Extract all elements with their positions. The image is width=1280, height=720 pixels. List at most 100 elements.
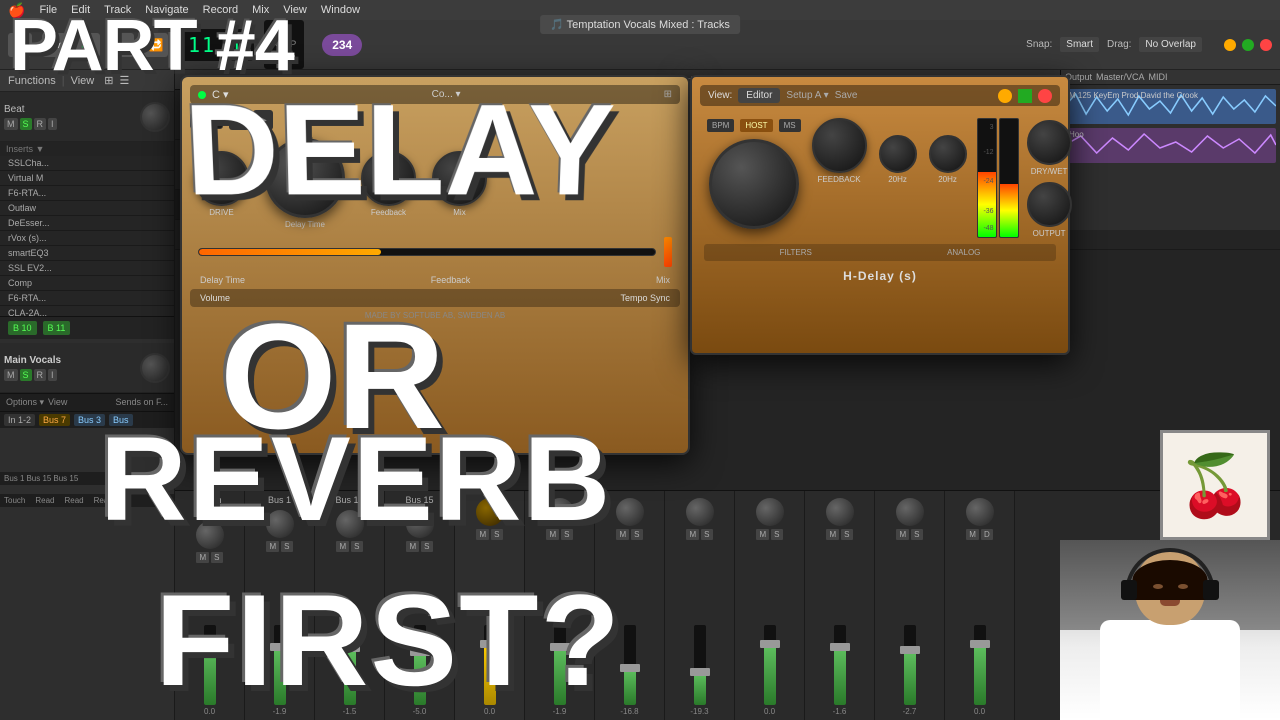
plugin-cla2a[interactable]: CLA-2A... [0, 306, 174, 316]
ch7-solo[interactable]: S [701, 529, 712, 540]
plugin-f6rta2[interactable]: F6-RTA... [0, 291, 174, 306]
ch3-mute[interactable]: M [406, 541, 419, 552]
in12-input[interactable]: In 1-2 [4, 414, 35, 426]
loop-button[interactable]: 🔁 [144, 33, 168, 57]
ch2-solo[interactable]: S [351, 541, 362, 552]
nav-back[interactable]: ◀ [229, 110, 249, 130]
b10-bus[interactable]: B 10 [8, 321, 37, 335]
plugin-sslev[interactable]: SSL EV2... [0, 261, 174, 276]
window-close-hdelay[interactable] [1038, 89, 1052, 103]
ch5-mute[interactable]: M [546, 529, 559, 540]
grid-icon[interactable]: ⊞ [104, 74, 113, 87]
ch11-pan[interactable] [966, 498, 994, 526]
plugin-sscha[interactable]: SSLCha... [0, 156, 174, 171]
vocals-mute-btn[interactable]: M [4, 369, 18, 381]
plugin-virtual[interactable]: Virtual M [0, 171, 174, 186]
ch10-pan[interactable] [896, 498, 924, 526]
bus7-channel[interactable]: Bus 7 [39, 414, 70, 426]
beat-insert-btn[interactable]: I [48, 118, 57, 130]
host-btn[interactable]: HOST [740, 119, 772, 132]
ch5-solo[interactable]: S [561, 529, 572, 540]
play-button[interactable]: ▶ [76, 33, 100, 57]
ch1-solo[interactable]: S [281, 541, 292, 552]
ch8-mute[interactable]: M [756, 529, 769, 540]
ch6-pan[interactable] [616, 498, 644, 526]
dry-wet-knob[interactable] [1027, 120, 1072, 165]
window-minimize[interactable] [1224, 39, 1236, 51]
ch7-pan[interactable] [686, 498, 714, 526]
plugin-f6rta[interactable]: F6-RTA... [0, 186, 174, 201]
ch2-mute[interactable]: M [336, 541, 349, 552]
hdelay-lopass-knob[interactable] [929, 135, 967, 173]
ch10-solo[interactable]: S [911, 529, 922, 540]
vocals-insert-btn[interactable]: I [48, 369, 57, 381]
ch4-mute[interactable]: M [476, 529, 489, 540]
menu-view[interactable]: View [283, 4, 307, 16]
ch6-solo[interactable]: S [631, 529, 642, 540]
plugin-smarteq[interactable]: smartEQ3 [0, 246, 174, 261]
hdelay-view-mode[interactable]: Editor [738, 88, 780, 103]
list-icon[interactable]: ☰ [119, 74, 129, 87]
ch11-mute[interactable]: M [966, 529, 979, 540]
b11-bus[interactable]: B 11 [43, 321, 71, 335]
ch1-pan[interactable] [266, 510, 294, 538]
rewind-button[interactable]: ⏮ [8, 33, 32, 57]
hdelay-hipass-knob[interactable] [879, 135, 917, 173]
tube-delay-plugin[interactable]: C ▾ Co... ▾ ⊞ ON ◀ ▶ DRIVE Delay Time Fe… [180, 75, 690, 455]
beat-solo-btn[interactable]: S [20, 118, 32, 130]
menu-navigate[interactable]: Navigate [145, 4, 188, 16]
ch11-d[interactable]: D [981, 529, 993, 540]
ch7-mute[interactable]: M [686, 529, 699, 540]
ch1-mute[interactable]: M [266, 541, 279, 552]
ch0-pan[interactable] [196, 521, 224, 549]
ch10-mute[interactable]: M [896, 529, 909, 540]
ch0-mute[interactable]: M [196, 552, 209, 563]
window-minimize-hdelay[interactable] [998, 89, 1012, 103]
ch9-mute[interactable]: M [826, 529, 839, 540]
menu-record[interactable]: Record [203, 4, 238, 16]
functions-menu-btn[interactable]: Functions [8, 75, 56, 87]
menu-file[interactable]: File [39, 4, 57, 16]
ch8-pan[interactable] [756, 498, 784, 526]
hdelay-plugin[interactable]: View: Editor Setup A ▾ Save BPM HOST MS [690, 75, 1070, 355]
beat-rec-btn[interactable]: R [34, 118, 47, 130]
ch9-pan[interactable] [826, 498, 854, 526]
bus3-channel[interactable]: Bus 3 [74, 414, 105, 426]
ch8-solo[interactable]: S [771, 529, 782, 540]
forward-button[interactable]: ▶▶ [110, 33, 134, 57]
window-maximize[interactable] [1242, 39, 1254, 51]
nav-fwd[interactable]: ▶ [253, 110, 273, 130]
ch5-pan[interactable] [546, 498, 574, 526]
bpm-btn[interactable]: BPM [707, 119, 734, 132]
snap-value[interactable]: Smart [1060, 37, 1099, 52]
menu-track[interactable]: Track [104, 4, 131, 16]
vocals-solo-btn[interactable]: S [20, 369, 32, 381]
drag-value[interactable]: No Overlap [1139, 37, 1202, 52]
plugin-outlaw[interactable]: Outlaw [0, 201, 174, 216]
ch0-solo[interactable]: S [211, 552, 222, 563]
ch4-pan[interactable] [476, 498, 504, 526]
ch2-pan[interactable] [336, 510, 364, 538]
feedback-knob[interactable] [361, 151, 416, 206]
hdelay-save[interactable]: Save [835, 90, 858, 101]
hdelay-feedback-knob[interactable] [812, 118, 867, 173]
plugin-rvox[interactable]: rVox (s)... [0, 231, 174, 246]
hdelay-main-knob[interactable] [709, 139, 799, 229]
menu-edit[interactable]: Edit [71, 4, 90, 16]
bus-channel[interactable]: Bus [109, 414, 133, 426]
beat-mute-btn[interactable]: M [4, 118, 18, 130]
hdelay-setup-label[interactable]: Setup A ▾ [786, 90, 828, 101]
menu-window[interactable]: Window [321, 4, 360, 16]
window-close[interactable] [1260, 39, 1272, 51]
ch4-solo[interactable]: S [491, 529, 502, 540]
output-knob[interactable] [1027, 182, 1072, 227]
ch6-mute[interactable]: M [616, 529, 629, 540]
back-button[interactable]: ◀◀ [42, 33, 66, 57]
plugin-deesser[interactable]: DeEsser... [0, 216, 174, 231]
menu-mix[interactable]: Mix [252, 4, 269, 16]
mix-knob[interactable] [432, 151, 487, 206]
vocals-rec-btn[interactable]: R [34, 369, 47, 381]
view-btn[interactable]: View [48, 397, 67, 408]
ch9-solo[interactable]: S [841, 529, 852, 540]
window-maximize-hdelay[interactable] [1018, 89, 1032, 103]
